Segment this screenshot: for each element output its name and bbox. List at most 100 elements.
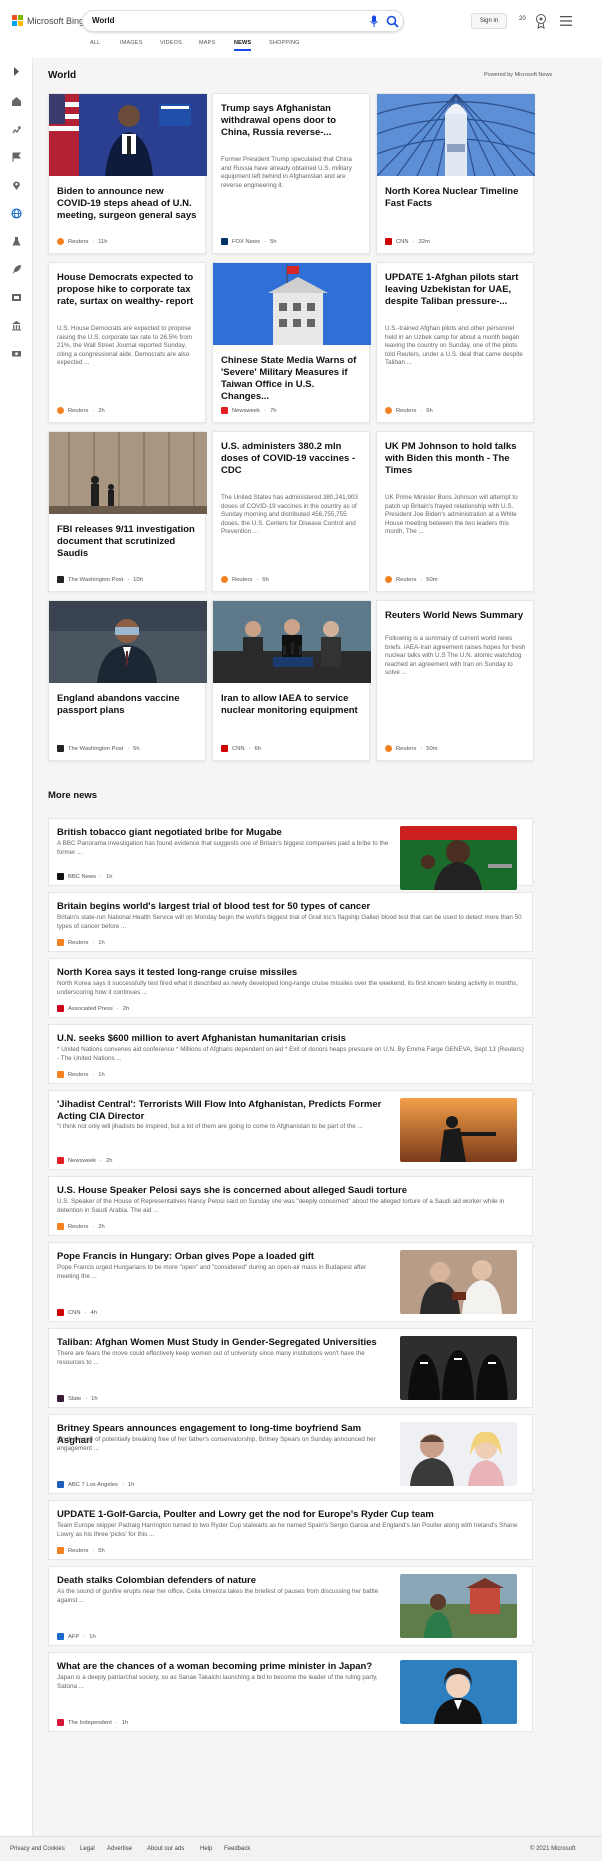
tab-images[interactable]: IMAGES bbox=[120, 40, 143, 46]
section-title-world[interactable]: World bbox=[48, 70, 76, 81]
article-source[interactable]: Reuters · 11h bbox=[57, 238, 108, 245]
article-source[interactable]: The Washington Post · 10h bbox=[57, 576, 143, 583]
more-news-item[interactable]: UPDATE 1-Golf-Garcia, Poulter and Lowry … bbox=[48, 1500, 533, 1560]
article-thumbnail[interactable] bbox=[400, 1574, 517, 1638]
article-source[interactable]: Reuters · 2h bbox=[57, 407, 105, 414]
film-icon[interactable] bbox=[11, 292, 22, 303]
pin-icon[interactable] bbox=[11, 180, 22, 191]
article-source[interactable]: Associated Press · 2h bbox=[57, 1005, 129, 1012]
footer-link-help[interactable]: Help bbox=[200, 1846, 212, 1852]
news-card[interactable]: North Korea Nuclear Timeline Fast Facts … bbox=[376, 93, 535, 254]
article-thumbnail[interactable] bbox=[400, 1336, 517, 1400]
article-source[interactable]: ABC 7 Los Angeles · 1h bbox=[57, 1481, 134, 1488]
tab-shopping[interactable]: SHOPPING bbox=[269, 40, 300, 46]
article-title[interactable]: Pope Francis in Hungary: Orban gives Pop… bbox=[57, 1251, 389, 1263]
article-source[interactable]: Reuters · 6h bbox=[385, 407, 433, 414]
more-news-item[interactable]: North Korea says it tested long-range cr… bbox=[48, 958, 533, 1018]
article-title[interactable]: Death stalks Colombian defenders of natu… bbox=[57, 1575, 389, 1587]
article-title[interactable]: Trump says Afghanistan withdrawal opens … bbox=[221, 103, 363, 139]
article-source[interactable]: Newsweek · 7h bbox=[221, 407, 276, 414]
article-source[interactable]: The Independent · 1h bbox=[57, 1719, 128, 1726]
news-card[interactable]: Reuters World News Summary Following is … bbox=[376, 600, 534, 761]
article-title[interactable]: U.N. seeks $600 million to avert Afghani… bbox=[57, 1033, 525, 1045]
more-news-item[interactable]: Taliban: Afghan Women Must Study in Gend… bbox=[48, 1328, 533, 1408]
tab-all[interactable]: ALL bbox=[90, 40, 100, 46]
article-source[interactable]: Reuters · 2h bbox=[57, 1223, 105, 1230]
article-title[interactable]: U.S. administers 380.2 mln doses of COVI… bbox=[221, 441, 363, 477]
article-title[interactable]: UPDATE 1-Golf-Garcia, Poulter and Lowry … bbox=[57, 1509, 525, 1521]
article-title[interactable]: 'Jihadist Central': Terrorists Will Flow… bbox=[57, 1099, 389, 1123]
article-thumbnail[interactable] bbox=[400, 1098, 517, 1162]
rewards-icon[interactable] bbox=[535, 13, 547, 29]
article-title[interactable]: FBI releases 9/11 investigation document… bbox=[57, 524, 199, 560]
more-news-item[interactable]: Pope Francis in Hungary: Orban gives Pop… bbox=[48, 1242, 533, 1322]
article-source[interactable]: Reuters · 5h bbox=[57, 1547, 105, 1554]
article-source[interactable]: The Washington Post · 5h bbox=[57, 745, 140, 752]
article-source[interactable]: Reuters · 1h bbox=[57, 939, 105, 946]
news-card[interactable]: Chinese State Media Warns of 'Severe' Mi… bbox=[212, 262, 371, 423]
more-news-item[interactable]: Britney Spears announces engagement to l… bbox=[48, 1414, 533, 1494]
article-title[interactable]: North Korea says it tested long-range cr… bbox=[57, 967, 525, 979]
more-news-item[interactable]: U.S. House Speaker Pelosi says she is co… bbox=[48, 1176, 533, 1236]
article-title[interactable]: Britain begins world's largest trial of … bbox=[57, 901, 525, 913]
hamburger-menu-icon[interactable] bbox=[560, 16, 572, 26]
flag-icon[interactable] bbox=[11, 152, 22, 163]
news-card[interactable]: England abandons vaccine passport plans … bbox=[48, 600, 207, 761]
footer-link-legal[interactable]: Legal bbox=[80, 1846, 95, 1852]
rocket-icon[interactable] bbox=[11, 264, 22, 275]
footer-link-advertise[interactable]: Advertise bbox=[107, 1846, 132, 1852]
tab-news[interactable]: NEWS bbox=[234, 40, 252, 51]
search-box[interactable]: World bbox=[82, 10, 404, 32]
article-title[interactable]: Chinese State Media Warns of 'Severe' Mi… bbox=[221, 355, 363, 403]
article-source[interactable]: AFP · 1h bbox=[57, 1633, 96, 1640]
article-source[interactable]: Reuters · 1h bbox=[57, 1071, 105, 1078]
more-news-item[interactable]: Death stalks Colombian defenders of natu… bbox=[48, 1566, 533, 1646]
news-card[interactable]: Trump says Afghanistan withdrawal opens … bbox=[212, 93, 370, 254]
globe-icon[interactable] bbox=[11, 208, 22, 219]
news-card[interactable]: FBI releases 9/11 investigation document… bbox=[48, 431, 207, 592]
article-title[interactable]: U.S. House Speaker Pelosi says she is co… bbox=[57, 1185, 525, 1197]
article-source[interactable]: BBC News · 1h bbox=[57, 873, 112, 880]
article-source[interactable]: Slate · 1h bbox=[57, 1395, 98, 1402]
bank-icon[interactable] bbox=[11, 320, 22, 331]
news-card[interactable]: House Democrats expected to propose hike… bbox=[48, 262, 206, 423]
footer-link-about-ads[interactable]: About our ads bbox=[147, 1846, 184, 1852]
lab-icon[interactable] bbox=[11, 236, 22, 247]
article-source[interactable]: Newsweek · 2h bbox=[57, 1157, 112, 1164]
article-thumbnail[interactable] bbox=[400, 826, 517, 890]
microphone-icon[interactable] bbox=[369, 15, 379, 28]
news-card[interactable]: UPDATE 1-Afghan pilots start leaving Uzb… bbox=[376, 262, 534, 423]
home-icon[interactable] bbox=[11, 96, 22, 107]
article-title[interactable]: Taliban: Afghan Women Must Study in Gend… bbox=[57, 1337, 389, 1349]
news-card[interactable]: U.S. administers 380.2 mln doses of COVI… bbox=[212, 431, 370, 592]
footer-link-feedback[interactable]: Feedback bbox=[224, 1846, 250, 1852]
search-icon[interactable] bbox=[386, 15, 399, 28]
article-thumbnail[interactable] bbox=[400, 1660, 517, 1724]
article-title[interactable]: House Democrats expected to propose hike… bbox=[57, 272, 199, 308]
more-news-item[interactable]: U.N. seeks $600 million to avert Afghani… bbox=[48, 1024, 533, 1084]
article-source[interactable]: CNN · 32m bbox=[385, 238, 430, 245]
footer-link-privacy[interactable]: Privacy and Cookies bbox=[10, 1846, 65, 1852]
article-title[interactable]: UK PM Johnson to hold talks with Biden t… bbox=[385, 441, 527, 477]
article-source[interactable]: Reuters · 6h bbox=[221, 576, 269, 583]
fire-icon[interactable] bbox=[11, 124, 22, 135]
more-news-item[interactable]: What are the chances of a woman becoming… bbox=[48, 1652, 533, 1732]
article-title[interactable]: Reuters World News Summary bbox=[385, 610, 527, 622]
sign-in-button[interactable]: Sign in bbox=[471, 13, 507, 29]
article-source[interactable]: CNN · 4h bbox=[57, 1309, 97, 1316]
article-source[interactable]: FOX News · 5h bbox=[221, 238, 276, 245]
article-title[interactable]: England abandons vaccine passport plans bbox=[57, 693, 199, 717]
rewards-points[interactable]: 20 bbox=[519, 16, 526, 22]
news-card[interactable]: Biden to announce new COVID-19 steps ahe… bbox=[48, 93, 207, 254]
article-thumbnail[interactable] bbox=[400, 1422, 517, 1486]
chevron-right-icon[interactable] bbox=[11, 66, 22, 77]
tab-videos[interactable]: VIDEOS bbox=[160, 40, 182, 46]
bing-logo[interactable]: Microsoft Bing bbox=[12, 15, 84, 26]
more-news-item[interactable]: Britain begins world's largest trial of … bbox=[48, 892, 533, 952]
article-title[interactable]: Biden to announce new COVID-19 steps ahe… bbox=[57, 186, 199, 222]
news-card[interactable]: UK PM Johnson to hold talks with Biden t… bbox=[376, 431, 534, 592]
article-source[interactable]: CNN · 6h bbox=[221, 745, 261, 752]
article-title[interactable]: What are the chances of a woman becoming… bbox=[57, 1661, 389, 1673]
more-news-item[interactable]: British tobacco giant negotiated bribe f… bbox=[48, 818, 533, 890]
article-title[interactable]: UPDATE 1-Afghan pilots start leaving Uzb… bbox=[385, 272, 527, 308]
